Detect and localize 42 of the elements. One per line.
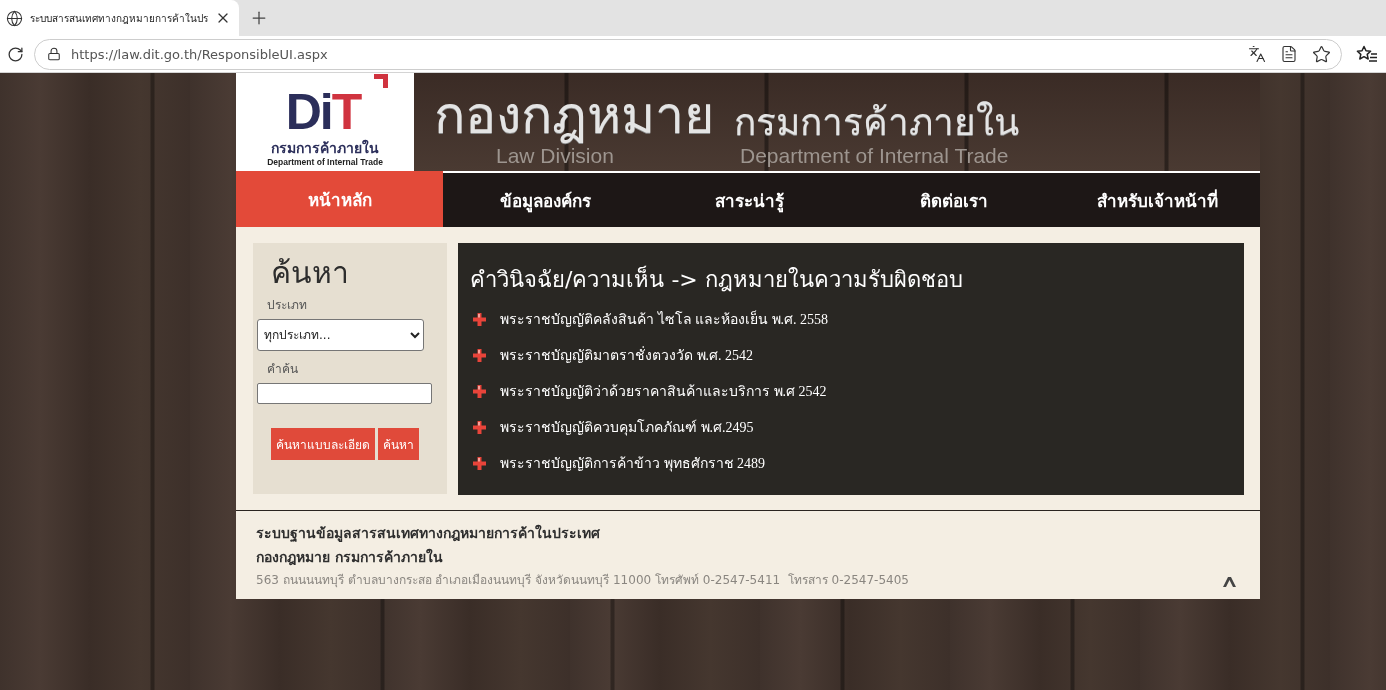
logo-name-english: Department of Internal Trade	[267, 157, 383, 168]
division-subtitle: Law Division	[496, 144, 614, 168]
nav-item[interactable]: ติดต่อเรา	[851, 173, 1056, 227]
favorites-icon[interactable]	[1356, 45, 1378, 63]
search-button[interactable]: ค้นหา	[378, 428, 419, 460]
reader-icon[interactable]	[1280, 45, 1298, 63]
browser-tab[interactable]: ระบบสารสนเทศทางกฎหมายการค้าในปร	[0, 0, 239, 36]
nav-item[interactable]: ข้อมูลองค์กร	[443, 173, 648, 227]
type-select[interactable]: ทุกประเภท...	[257, 319, 424, 351]
department-subtitle: Department of Internal Trade	[740, 144, 1009, 168]
globe-icon	[6, 9, 23, 27]
laws-heading: คำวินิจฉัย/ความเห็น -> กฎหมายในความรับผิดชอบ	[470, 265, 963, 294]
footer-office-name: กองกฎหมาย กรมการค้าภายใน	[256, 547, 443, 568]
corner-bracket-icon	[374, 74, 388, 88]
law-link[interactable]: พระราชบัญญัติควบคุมโภคภัณฑ์ พ.ศ.2495	[500, 416, 754, 438]
star-icon[interactable]	[1312, 44, 1331, 64]
footer-system-name: ระบบฐานข้อมูลสารสนเทศทางกฎหมายการค้าในประเทศ	[256, 523, 600, 544]
law-link[interactable]: พระราชบัญญัติการค้าข้าว พุทธศักราช 2489	[500, 452, 765, 474]
nav-item[interactable]: สาระน่ารู้	[647, 173, 852, 227]
law-link[interactable]: พระราชบัญญัติว่าด้วยราคาสินค้าและบริการ พ.ศ 2542	[500, 380, 827, 402]
plus-bullet-icon	[473, 384, 486, 398]
nav-item[interactable]: หน้าหลัก	[236, 171, 443, 227]
plus-bullet-icon	[473, 456, 486, 470]
nav-item[interactable]: สำหรับเจ้าหน้าที่	[1055, 173, 1260, 227]
footer-address: 563 ถนนนนทบุรี ตำบลบางกระสอ อำเภอเมืองนนทบุรี จังหวัดนนทบุรี 11000 โทรศัพท์ 0-2547-5411 โทรสาร 0-2547-5405	[256, 572, 909, 590]
plus-bullet-icon	[473, 312, 486, 326]
reload-icon[interactable]	[7, 45, 24, 63]
translate-icon[interactable]	[1248, 45, 1266, 63]
keyword-label: คำค้น	[267, 361, 298, 377]
law-link[interactable]: พระราชบัญญัติคลังสินค้า ไซโล และห้องเย็น พ.ศ. 2558	[500, 308, 828, 330]
type-label: ประเภท	[267, 297, 307, 313]
plus-bullet-icon	[473, 348, 486, 362]
address-bar[interactable]: https://law.dit.go.th/ResponsibleUI.aspx	[34, 38, 1342, 70]
law-link[interactable]: พระราชบัญญัติมาตราชั่งตวงวัด พ.ศ. 2542	[500, 344, 753, 366]
plus-bullet-icon	[473, 420, 486, 434]
keyword-input[interactable]	[257, 383, 432, 404]
logo-mark: DiT	[285, 84, 361, 140]
advanced-search-button[interactable]: ค้นหาแบบละเอียด	[271, 428, 375, 460]
lock-icon	[47, 47, 61, 61]
logo-name-thai: กรมการค้าภายใน	[271, 140, 379, 157]
caret-up-icon[interactable]	[1223, 577, 1236, 587]
search-title: ค้นหา	[271, 254, 349, 292]
